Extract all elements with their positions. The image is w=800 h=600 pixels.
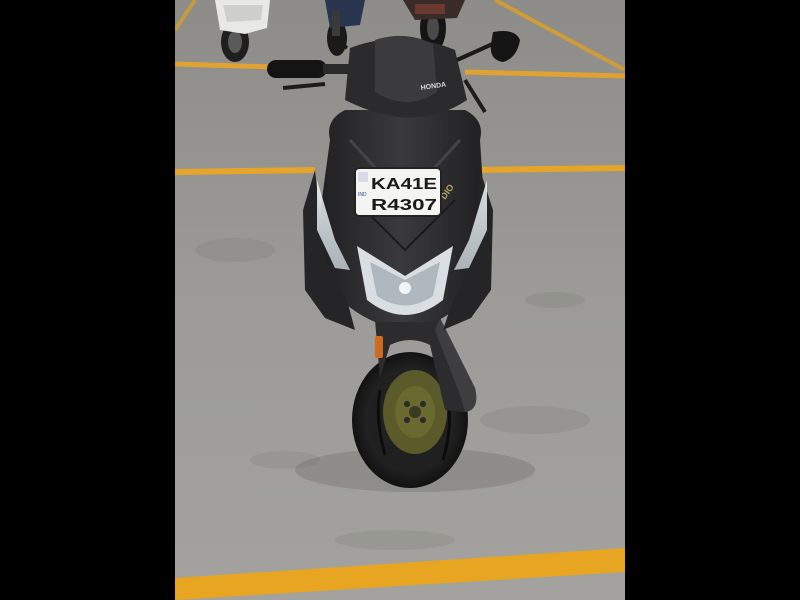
image-frame: HONDA DIO IND KA41E R4307 <box>0 0 800 600</box>
plate-line-2: R4307 <box>371 197 437 214</box>
scooter-photo-scene: HONDA DIO IND KA41E R4307 <box>175 0 625 600</box>
plate-emblem <box>358 172 368 182</box>
handlebar-cowl: HONDA <box>345 35 467 118</box>
left-grip <box>267 60 327 78</box>
front-reflector <box>375 336 383 358</box>
plate-country-code: IND <box>358 192 367 198</box>
number-plate: IND KA41E R4307 <box>354 167 442 217</box>
plate-line-1: KA41E <box>371 176 437 193</box>
photo: HONDA DIO IND KA41E R4307 <box>175 0 625 600</box>
